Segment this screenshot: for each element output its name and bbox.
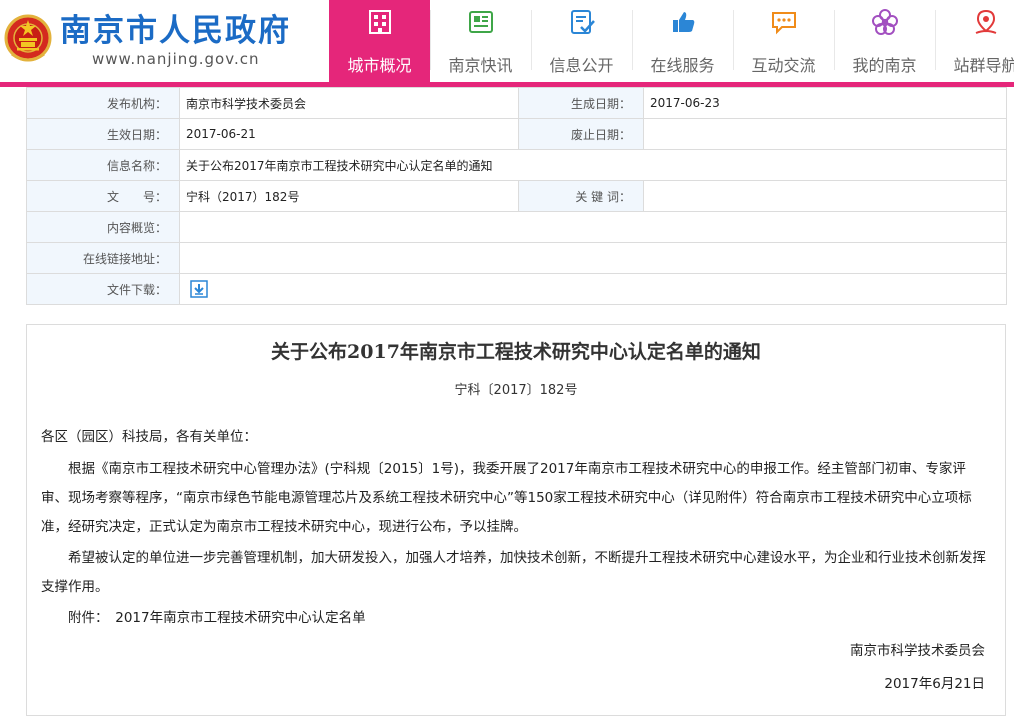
- nav-label: 城市概况: [347, 56, 412, 75]
- article-attachment[interactable]: 附件： 2017年南京市工程技术研究中心认定名单: [41, 604, 991, 633]
- article-date: 2017年6月21日: [884, 676, 985, 692]
- flower-icon: [872, 9, 898, 35]
- doc-number-value: 宁科（2017）182号: [179, 180, 519, 212]
- table-row: 内容概览：: [26, 211, 1007, 243]
- created-date-value: 2017-06-23: [643, 87, 1007, 119]
- keywords-label: 关 键 词：: [518, 180, 644, 212]
- table-row: 发布机构： 南京市科学技术委员会 生成日期： 2017-06-23: [26, 87, 1007, 119]
- nav-label: 信息公开: [549, 56, 614, 75]
- article-signature: 南京市科学技术委员会: [850, 643, 985, 659]
- nav-label: 站群导航: [953, 56, 1014, 75]
- info-disclosure-icon: [571, 10, 595, 34]
- info-name-value: 关于公布2017年南京市工程技术研究中心认定名单的通知: [179, 149, 1007, 181]
- city-overview-icon: [369, 10, 391, 34]
- nav-label: 南京快讯: [448, 56, 513, 75]
- keywords-value: [643, 180, 1007, 212]
- table-row: 生效日期： 2017-06-21 废止日期：: [26, 118, 1007, 150]
- effective-date-value: 2017-06-21: [179, 118, 519, 150]
- created-date-label: 生成日期：: [518, 87, 644, 119]
- article-salutation: 各区（园区）科技局，各有关单位：: [41, 429, 257, 445]
- nav-item-nanjing-news[interactable]: 南京快讯: [430, 0, 531, 82]
- site-title[interactable]: 南京市人民政府: [60, 12, 291, 50]
- nav-label: 在线服务: [650, 56, 715, 75]
- article-doc-number: 宁科〔2017〕182号: [454, 383, 578, 398]
- article-paragraph: 根据《南京市工程技术研究中心管理办法》(宁科规〔2015〕1号)，我委开展了20…: [41, 461, 972, 535]
- nav-item-interaction[interactable]: 互动交流: [733, 0, 834, 82]
- nav-item-info-disclosure[interactable]: 信息公开: [531, 0, 632, 82]
- repeal-date-label: 废止日期：: [518, 118, 644, 150]
- article-paragraph: 希望被认定的单位进一步完善管理机制，加大研发投入，加强人才培养，加快技术创新，不…: [41, 550, 986, 595]
- info-name-label: 信息名称：: [26, 149, 180, 181]
- map-pin-icon: [975, 9, 997, 34]
- file-download-cell: [179, 273, 1007, 305]
- online-link-label: 在线链接地址：: [26, 242, 180, 274]
- article-title: 关于公布2017年南京市工程技术研究中心认定名单的通知: [271, 341, 761, 363]
- publisher-label: 发布机构：: [26, 87, 180, 119]
- site-header: 南京市人民政府 www.nanjing.gov.cn 城市概况 南京快讯 信息公…: [0, 0, 1014, 82]
- national-emblem-icon: [4, 14, 52, 62]
- table-row: 文件下载：: [26, 273, 1007, 305]
- publisher-value: 南京市科学技术委员会: [179, 87, 519, 119]
- table-row: 文 号： 宁科（2017）182号 关 键 词：: [26, 180, 1007, 212]
- summary-value: [179, 211, 1007, 243]
- news-icon: [469, 11, 493, 33]
- doc-number-label: 文 号：: [26, 180, 180, 212]
- effective-date-label: 生效日期：: [26, 118, 180, 150]
- nav-label: 互动交流: [751, 56, 816, 75]
- article-panel: 关于公布2017年南京市工程技术研究中心认定名单的通知 宁科〔2017〕182号…: [26, 324, 1006, 716]
- nav-item-online-service[interactable]: 在线服务: [632, 0, 733, 82]
- main-nav: 城市概况 南京快讯 信息公开 在线服务 互动交流 我的南京 站群导航: [329, 0, 1014, 82]
- document-metadata-table: 发布机构： 南京市科学技术委员会 生成日期： 2017-06-23 生效日期： …: [26, 87, 1007, 305]
- nav-item-my-nanjing[interactable]: 我的南京: [834, 0, 935, 82]
- site-url: www.nanjing.gov.cn: [92, 50, 260, 68]
- download-icon[interactable]: [190, 280, 208, 298]
- chat-bubble-icon: [772, 12, 796, 35]
- file-download-label: 文件下载：: [26, 273, 180, 305]
- thumbs-up-icon: [673, 12, 695, 32]
- table-row: 信息名称： 关于公布2017年南京市工程技术研究中心认定名单的通知: [26, 149, 1007, 181]
- nav-item-city-overview[interactable]: 城市概况: [329, 0, 430, 82]
- nav-item-site-navigation[interactable]: 站群导航: [935, 0, 1014, 82]
- table-row: 在线链接地址：: [26, 242, 1007, 274]
- repeal-date-value: [643, 118, 1007, 150]
- summary-label: 内容概览：: [26, 211, 180, 243]
- nav-label: 我的南京: [852, 56, 917, 75]
- online-link-value: [179, 242, 1007, 274]
